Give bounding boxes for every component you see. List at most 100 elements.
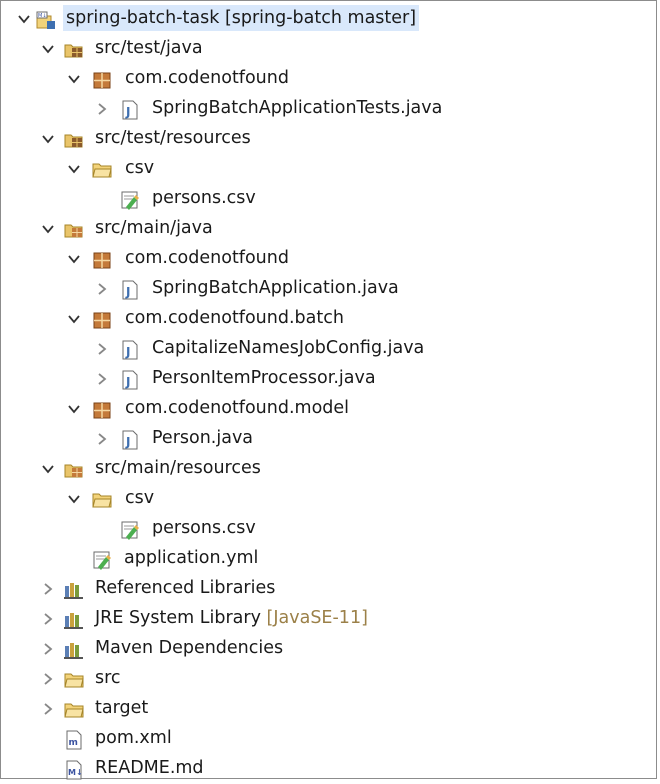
- package-icon: [92, 310, 112, 330]
- project-name: spring-batch-task: [66, 8, 220, 28]
- chevron-down-icon[interactable]: [40, 461, 56, 477]
- tree-item-src-main-java[interactable]: src/main/java: [0, 214, 656, 244]
- svg-text:M↓: M↓: [68, 768, 83, 777]
- java-file-icon: J: [120, 370, 140, 390]
- chevron-right-icon[interactable]: [94, 371, 110, 387]
- tree-item-folder-target[interactable]: target: [0, 694, 656, 724]
- tree-item-src-test-resources[interactable]: src/test/resources: [0, 124, 656, 154]
- chevron-down-icon[interactable]: [40, 41, 56, 57]
- yml-file-icon: [92, 550, 112, 570]
- java-file-icon: J: [120, 430, 140, 450]
- chevron-down-icon[interactable]: [40, 221, 56, 237]
- chevron-right-icon[interactable]: [94, 341, 110, 357]
- tree-label: src/test/java: [95, 38, 203, 58]
- chevron-right-icon[interactable]: [40, 581, 56, 597]
- folder-icon: [92, 490, 112, 510]
- maven-project-icon: M↓: [36, 10, 56, 30]
- package-icon: [92, 250, 112, 270]
- tree-item-readme-file[interactable]: M↓ README.md: [0, 754, 656, 784]
- folder-icon: [64, 670, 84, 690]
- java-file-icon: J: [120, 340, 140, 360]
- tree-label: csv: [125, 158, 155, 178]
- chevron-down-icon[interactable]: [66, 311, 82, 327]
- library-icon: [64, 610, 84, 630]
- chevron-right-icon[interactable]: [94, 431, 110, 447]
- tree-item-java-file[interactable]: J CapitalizeNamesJobConfig.java: [0, 334, 656, 364]
- csv-file-icon: [120, 190, 140, 210]
- package-icon: [92, 70, 112, 90]
- tree-item-pom-file[interactable]: m pom.xml: [0, 724, 656, 754]
- chevron-right-icon[interactable]: [40, 671, 56, 687]
- svg-text:m: m: [69, 738, 78, 748]
- svg-text:J: J: [125, 345, 130, 359]
- chevron-down-icon[interactable]: [66, 161, 82, 177]
- tree-item-yml-file[interactable]: application.yml: [0, 544, 656, 574]
- tree-item-java-file[interactable]: J SpringBatchApplicationTests.java: [0, 94, 656, 124]
- tree-label: csv: [125, 488, 155, 508]
- tree-label: persons.csv: [152, 518, 256, 538]
- git-decoration: [spring-batch master]: [224, 8, 417, 28]
- tree-item-referenced-libraries[interactable]: Referenced Libraries: [0, 574, 656, 604]
- tree-label: src: [95, 668, 121, 688]
- tree-item-maven-dependencies[interactable]: Maven Dependencies: [0, 634, 656, 664]
- source-folder-icon: [64, 40, 84, 60]
- tree-item-folder[interactable]: csv: [0, 154, 656, 184]
- tree-label: src/test/resources: [95, 128, 251, 148]
- tree-item-java-file[interactable]: J PersonItemProcessor.java: [0, 364, 656, 394]
- chevron-right-icon[interactable]: [94, 101, 110, 117]
- csv-file-icon: [120, 520, 140, 540]
- svg-text:J: J: [125, 375, 130, 389]
- tree-label: Maven Dependencies: [95, 638, 284, 658]
- tree-label: src/main/resources: [95, 458, 261, 478]
- xml-file-icon: m: [64, 730, 84, 750]
- chevron-right-icon[interactable]: [94, 281, 110, 297]
- java-file-icon: J: [120, 100, 140, 120]
- chevron-down-icon[interactable]: [40, 131, 56, 147]
- tree-label: target: [95, 698, 149, 718]
- tree-item-src-test-java[interactable]: src/test/java: [0, 34, 656, 64]
- tree-label: application.yml: [124, 548, 259, 568]
- svg-text:J: J: [125, 435, 130, 449]
- tree-item-folder-src[interactable]: src: [0, 664, 656, 694]
- tree-item-project-root[interactable]: M↓ spring-batch-task [spring-batch maste…: [0, 4, 656, 34]
- tree-label: pom.xml: [95, 728, 172, 748]
- library-icon: [64, 640, 84, 660]
- chevron-right-icon[interactable]: [40, 701, 56, 717]
- tree-item-package[interactable]: com.codenotfound.batch: [0, 304, 656, 334]
- svg-text:J: J: [125, 105, 130, 119]
- tree-label: README.md: [95, 758, 204, 778]
- tree-item-package[interactable]: com.codenotfound: [0, 244, 656, 274]
- tree-label: JRE System Library: [95, 608, 261, 628]
- chevron-down-icon[interactable]: [66, 491, 82, 507]
- chevron-right-icon[interactable]: [40, 641, 56, 657]
- tree-label: Referenced Libraries: [95, 578, 276, 598]
- tree-item-jre-library[interactable]: JRE System Library [JavaSE-11]: [0, 604, 656, 634]
- tree-item-folder[interactable]: csv: [0, 484, 656, 514]
- tree-label: com.codenotfound: [125, 68, 289, 88]
- project-tree: M↓ spring-batch-task [spring-batch maste…: [0, 4, 656, 784]
- tree-label: PersonItemProcessor.java: [152, 368, 376, 388]
- source-folder-icon: [64, 220, 84, 240]
- chevron-down-icon[interactable]: [66, 71, 82, 87]
- tree-item-package[interactable]: com.codenotfound.model: [0, 394, 656, 424]
- tree-item-csv-file[interactable]: persons.csv: [0, 514, 656, 544]
- chevron-right-icon[interactable]: [40, 611, 56, 627]
- tree-label: com.codenotfound: [125, 248, 289, 268]
- tree-item-java-file[interactable]: J Person.java: [0, 424, 656, 454]
- tree-item-package[interactable]: com.codenotfound: [0, 64, 656, 94]
- tree-label: SpringBatchApplicationTests.java: [152, 98, 443, 118]
- java-file-icon: J: [120, 280, 140, 300]
- folder-icon: [92, 160, 112, 180]
- tree-label: SpringBatchApplication.java: [152, 278, 399, 298]
- library-icon: [64, 580, 84, 600]
- chevron-down-icon[interactable]: [66, 251, 82, 267]
- chevron-down-icon[interactable]: [66, 401, 82, 417]
- svg-text:J: J: [125, 285, 130, 299]
- tree-item-java-file[interactable]: J SpringBatchApplication.java: [0, 274, 656, 304]
- tree-item-src-main-resources[interactable]: src/main/resources: [0, 454, 656, 484]
- tree-item-csv-file[interactable]: persons.csv: [0, 184, 656, 214]
- chevron-down-icon[interactable]: [16, 11, 32, 27]
- source-folder-icon: [64, 130, 84, 150]
- tree-label: src/main/java: [95, 218, 213, 238]
- tree-label: Person.java: [152, 428, 254, 448]
